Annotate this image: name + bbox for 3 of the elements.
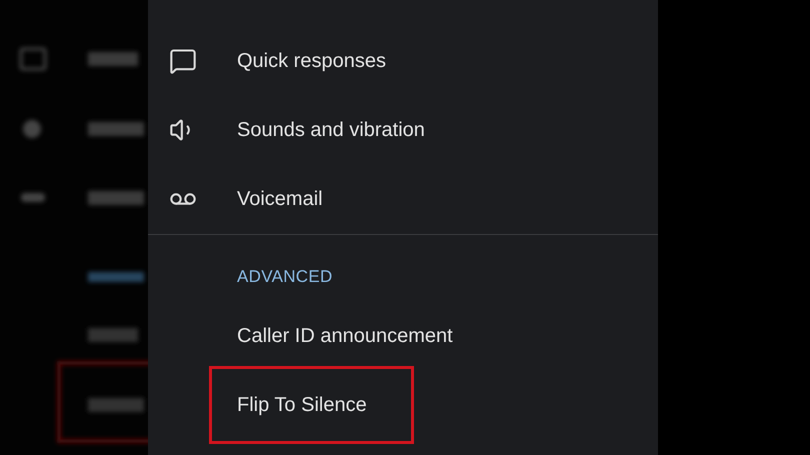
highlighted-menu-item[interactable]: Flip To Silence [209, 366, 414, 444]
message-icon [169, 46, 197, 74]
section-header: ADVANCED [237, 267, 333, 286]
